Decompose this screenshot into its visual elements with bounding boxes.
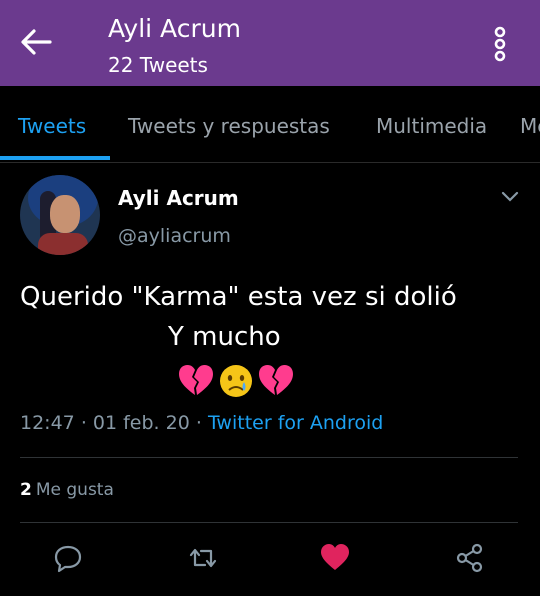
divider [20, 457, 518, 458]
emoji-row [179, 365, 293, 397]
retweet-icon[interactable] [188, 543, 218, 573]
reply-icon[interactable] [53, 543, 83, 573]
likes-count: 2 [20, 480, 32, 500]
broken-heart-icon [179, 365, 213, 395]
tweet-metadata: 12:47 · 01 feb. 20 · Twitter for Android [20, 412, 384, 434]
crying-face-icon [220, 365, 252, 397]
likes-label: Me gusta [35, 480, 114, 500]
back-arrow-icon[interactable] [20, 28, 52, 56]
active-tab-indicator [0, 156, 110, 160]
tab-tweets-y-respuestas[interactable]: Tweets y respuestas [128, 114, 330, 138]
divider [20, 522, 518, 523]
avatar[interactable] [20, 175, 100, 255]
likes-summary[interactable]: 2 Me gusta [20, 480, 114, 500]
profile-tabs: Tweets Tweets y respuestas Multimedia Me [0, 86, 540, 163]
more-options-icon[interactable] [492, 26, 508, 62]
tweet-count: 22 Tweets [108, 53, 208, 77]
tweet-text-line-1: Querido "Karma" esta vez si dolió [20, 282, 457, 312]
author-handle[interactable]: @ayliacrum [118, 225, 231, 247]
like-heart-icon[interactable] [320, 543, 350, 573]
chevron-down-icon[interactable] [500, 190, 520, 204]
tweet-date: 01 feb. 20 [92, 412, 190, 434]
profile-title: Ayli Acrum [108, 14, 241, 43]
author-name[interactable]: Ayli Acrum [118, 186, 239, 210]
tweet-source-link[interactable]: Twitter for Android [208, 412, 383, 434]
tweet-time: 12:47 [20, 412, 75, 434]
broken-heart-icon [259, 365, 293, 395]
tweet-text-line-2: Y mucho [168, 322, 281, 352]
tab-tweets[interactable]: Tweets [18, 114, 86, 138]
share-icon[interactable] [455, 543, 485, 573]
tab-me-gusta[interactable]: Me [520, 114, 540, 138]
app-bar: Ayli Acrum 22 Tweets [0, 0, 540, 86]
tab-multimedia[interactable]: Multimedia [376, 114, 487, 138]
